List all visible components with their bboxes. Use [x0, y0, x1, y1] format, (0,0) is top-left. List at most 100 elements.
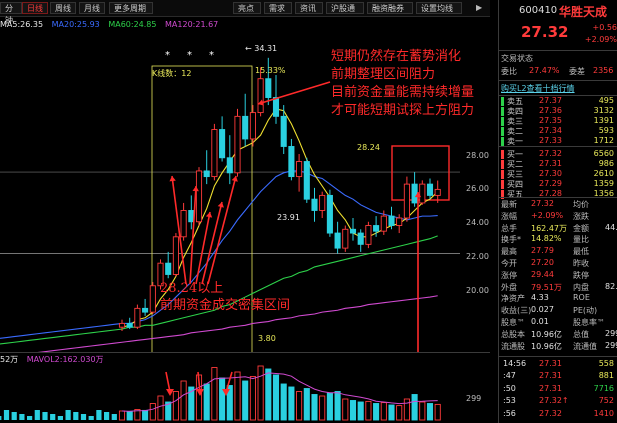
stat-label: 跌停 — [573, 270, 589, 280]
scroll-right-arrow-icon[interactable]: ▶ — [476, 3, 482, 12]
level-volume: 495 — [598, 96, 614, 105]
volume-bar — [388, 404, 395, 421]
level-price: 27.37 — [539, 96, 562, 105]
volume-bar — [0, 416, 2, 420]
tab-demand[interactable]: 需求 — [264, 2, 292, 14]
candle — [403, 183, 410, 219]
tab-daily[interactable]: 日线 — [22, 2, 48, 14]
tab-minute[interactable]: 分钟 — [0, 2, 22, 25]
candle — [257, 78, 264, 114]
stat-row: 收益(三) 0.027 PE(动) — [501, 305, 617, 316]
tab-news[interactable]: 资讯 — [295, 2, 323, 14]
stat-label: 换手* — [501, 235, 521, 245]
quote-panel: 600410 华胜天成 27.32 +0.56 +2.09% 交易状态 委比 2… — [498, 0, 617, 423]
candle — [180, 210, 187, 238]
stat-label: 量比 — [573, 235, 589, 245]
stat-row: 最新 27.32 均价 — [501, 199, 617, 210]
stat-label: 净资产 — [501, 294, 525, 304]
volume-bar — [349, 400, 357, 421]
candle — [380, 215, 387, 232]
volume-bar — [118, 410, 126, 421]
level-volume: 1391 — [593, 116, 614, 125]
volume-bar — [373, 403, 380, 421]
candle — [342, 228, 349, 249]
candle — [411, 183, 418, 204]
y-tick: 20.00 — [466, 286, 489, 295]
level-volume: 2610 — [593, 169, 614, 178]
volume-bar — [80, 414, 87, 420]
volume-bar — [88, 416, 94, 420]
stat-value: 299 — [605, 328, 617, 338]
candle — [296, 161, 303, 178]
volume-bar — [288, 386, 295, 421]
divider — [499, 50, 617, 51]
level2-link[interactable]: 购买L2查看十档行情 — [501, 83, 617, 94]
volume-bar — [257, 365, 264, 421]
stat-value: 4.33 — [531, 293, 549, 303]
tab-ma-settings[interactable]: 设置均线 — [416, 2, 462, 14]
volume-bar — [149, 403, 156, 421]
tick-row: :47 27.31 881 — [501, 371, 617, 383]
period-tabbar: 分钟 日线 周线 月线 更多周期 亮点 需求 资讯 沪股通 融资融券 设置均线 … — [0, 0, 490, 25]
candle — [134, 307, 141, 328]
stat-value: +2.09% — [531, 210, 564, 220]
stat-row: 涨幅 +2.09% 涨跌 — [501, 211, 617, 222]
volume-bar — [426, 403, 434, 421]
side-marker — [501, 170, 504, 179]
stat-label: 涨幅 — [501, 211, 517, 221]
arrow-up-head — [231, 176, 238, 182]
volume-bar — [203, 383, 210, 421]
volume-bar — [242, 380, 249, 421]
tab-weekly[interactable]: 周线 — [50, 2, 76, 14]
volume-bar — [396, 405, 403, 421]
tab-more-periods[interactable]: 更多周期 — [109, 2, 153, 14]
y-tick: 28.00 — [466, 151, 489, 160]
tab-hk-connect[interactable]: 沪股通 — [326, 2, 364, 14]
tick-price: 27.32↑ — [539, 396, 569, 406]
resistance-level-label: 28.24 — [357, 143, 380, 152]
volume-legend: 52万 MAVOL2:162.030万 — [0, 354, 104, 365]
tick-row: :56 27.32 1410 — [501, 409, 617, 421]
annotation-line: 前期资金成交密集区间 — [160, 298, 291, 313]
stat-label: 总股本 — [501, 329, 525, 339]
star-marker: * — [165, 50, 170, 61]
support-level-label: 23.91 — [277, 213, 300, 222]
stat-value: 79.51万 — [531, 282, 562, 292]
stat-row: 总手 162.47万金额 44.5 — [501, 223, 617, 234]
stat-value: 82. — [605, 281, 617, 291]
tab-highlights[interactable]: 亮点 — [233, 2, 261, 14]
y-tick: 26.00 — [466, 184, 489, 193]
volume-bar — [303, 388, 310, 421]
candle — [319, 194, 326, 211]
volume-bar — [326, 392, 333, 421]
level-price: 27.32 — [539, 149, 562, 158]
stat-value: 10.96亿 — [531, 341, 562, 351]
candle — [373, 225, 380, 232]
level-price: 27.29 — [539, 179, 562, 188]
level-volume: 1712 — [593, 136, 614, 145]
volume-bar — [272, 374, 280, 421]
volume-bar — [419, 401, 426, 421]
candle — [311, 198, 318, 211]
stat-label: 昨收 — [573, 259, 589, 268]
level-volume: 986 — [598, 159, 614, 168]
side-marker — [501, 107, 504, 116]
tick-volume: 558 — [598, 359, 614, 368]
stat-row: 涨停 29.44 跌停 — [501, 270, 617, 281]
volume-bar — [73, 412, 79, 420]
trade-status-row: 交易状态 — [501, 53, 617, 64]
tick-time: :47 — [503, 371, 516, 381]
stat-value: 0.027 — [531, 305, 554, 315]
volume-bar — [380, 402, 387, 421]
tab-margin[interactable]: 融资融券 — [367, 2, 413, 14]
tab-monthly[interactable]: 月线 — [79, 2, 105, 14]
candle — [249, 112, 256, 140]
volume-bar — [403, 398, 410, 421]
stock-code: 600410 — [519, 5, 558, 16]
arrow-up-head — [217, 202, 224, 208]
peak-price-label: ← 34.31 — [245, 44, 278, 53]
volume-bar — [434, 403, 441, 421]
level-volume: 6560 — [593, 149, 614, 158]
volume-bar — [3, 410, 10, 420]
volume-bar — [365, 400, 372, 421]
